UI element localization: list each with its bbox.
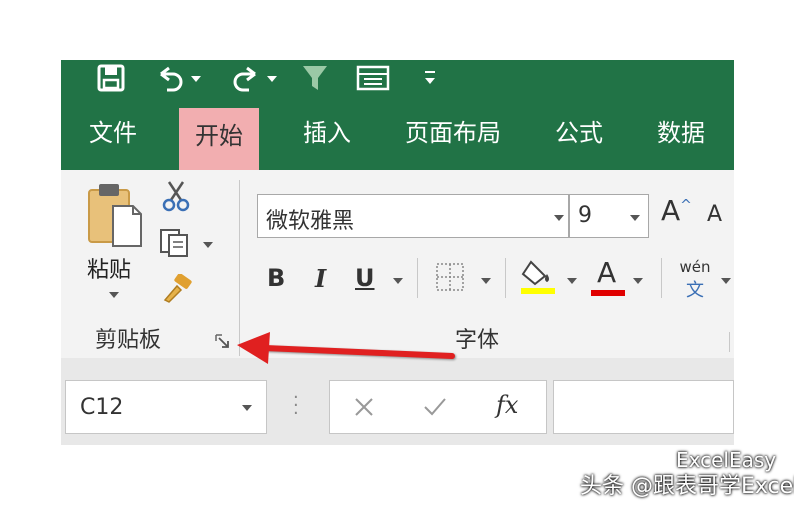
annotation-arrow <box>237 332 455 364</box>
watermark-text: 头条 @跟表哥学Excel <box>580 474 794 499</box>
